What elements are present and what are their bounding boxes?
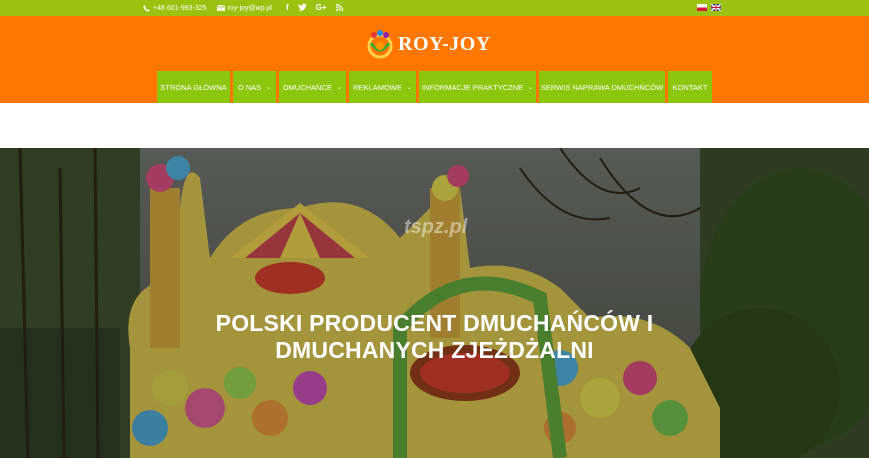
nav-label: REKLAMOWE — [353, 82, 402, 92]
site-header: ROY-JOY STRONA GŁÓWNA O NAS ⌄ DMUCHAŃCE ⌄ … — [0, 16, 869, 103]
logo-icon — [367, 30, 393, 59]
site-logo[interactable]: ROY-JOY — [365, 29, 491, 59]
google-plus-icon[interactable]: G+ — [316, 4, 327, 12]
nav-label: O NAS — [237, 82, 262, 92]
hero-overlay — [0, 148, 869, 458]
phone-number: +48 601-993-325 — [153, 4, 207, 12]
phone-icon — [142, 4, 150, 12]
email-address: roy-joy@wp.pl — [227, 4, 272, 12]
email-contact[interactable]: roy-joy@wp.pl — [216, 4, 272, 12]
image-watermark: tspz.pl — [404, 216, 468, 238]
rss-icon[interactable] — [335, 3, 343, 13]
nav-item-advertising[interactable]: REKLAMOWE ⌄ — [349, 71, 416, 103]
nav-item-bouncers[interactable]: DMUCHAŃCE ⌄ — [279, 71, 346, 103]
main-navigation: STRONA GŁÓWNA O NAS ⌄ DMUCHAŃCE ⌄ REKLAMOW… — [157, 71, 712, 103]
nav-label: DMUCHAŃCE — [283, 82, 332, 92]
nav-label: SERWIS NAPRAWA DMUCHŃCÓW — [540, 82, 664, 92]
facebook-icon[interactable]: f — [286, 4, 289, 12]
nav-label: STRONA GŁÓWNA — [160, 82, 227, 92]
top-bar-contacts: +48 601-993-325 roy-joy@wp.pl f G+ — [142, 0, 343, 16]
hero-banner: tspz.pl POLSKI PRODUCENT DMUCHAŃCÓW I DM… — [0, 148, 869, 458]
nav-item-home[interactable]: STRONA GŁÓWNA — [157, 71, 230, 103]
nav-item-practical-info[interactable]: INFORMACJE PRAKTYCZNE ⌄ — [419, 71, 536, 103]
chevron-down-icon: ⌄ — [406, 84, 412, 91]
hero-title: POLSKI PRODUCENT DMUCHAŃCÓW I DMUCHANYCH… — [180, 310, 689, 364]
nav-label: INFORMACJE PRAKTYCZNE — [421, 82, 524, 92]
nav-item-contact[interactable]: KONTAKT — [668, 71, 712, 103]
chevron-down-icon: ⌄ — [528, 84, 534, 91]
chevron-down-icon: ⌄ — [336, 84, 342, 91]
top-bar: +48 601-993-325 roy-joy@wp.pl f G+ — [0, 0, 869, 16]
hero-title-line-2: DMUCHANYCH ZJEŻDŻALNI — [275, 337, 594, 363]
english-flag-icon[interactable] — [711, 4, 721, 11]
twitter-icon[interactable] — [297, 3, 307, 13]
polish-flag-icon[interactable] — [697, 4, 707, 11]
nav-label: KONTAKT — [672, 82, 708, 92]
envelope-icon — [216, 4, 225, 12]
social-links: f G+ — [286, 3, 343, 13]
nav-item-repair-service[interactable]: SERWIS NAPRAWA DMUCHŃCÓW — [539, 71, 665, 103]
logo-text: ROY-JOY — [398, 32, 491, 55]
header-spacer — [0, 103, 869, 148]
language-switcher — [697, 4, 721, 11]
nav-item-about[interactable]: O NAS ⌄ — [233, 71, 276, 103]
chevron-down-icon: ⌄ — [266, 84, 272, 91]
hero-title-line-1: POLSKI PRODUCENT DMUCHAŃCÓW I — [215, 310, 654, 336]
phone-contact[interactable]: +48 601-993-325 — [142, 4, 207, 12]
